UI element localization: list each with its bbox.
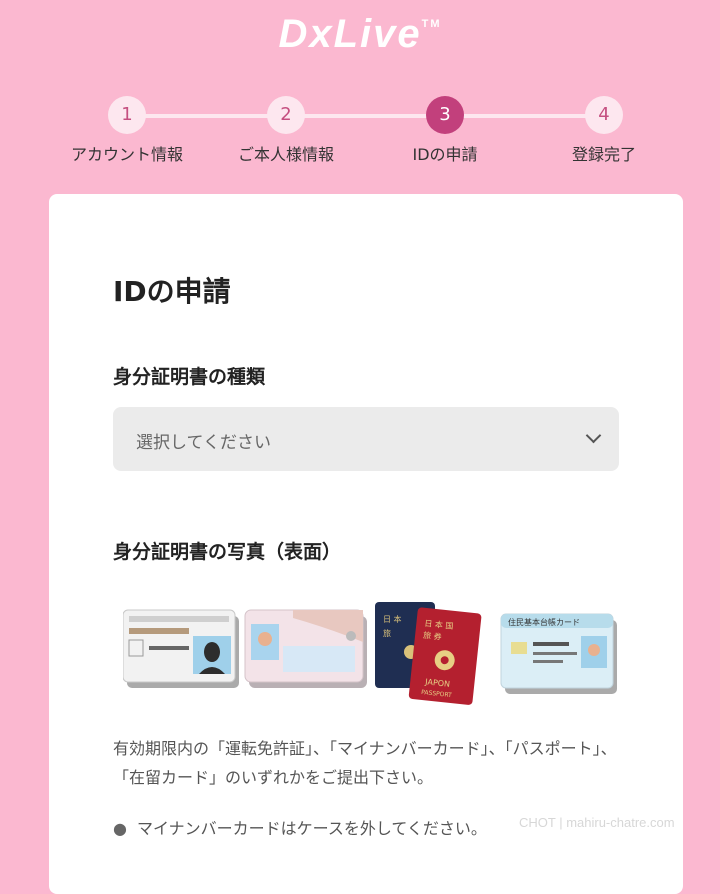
chevron-down-icon	[585, 427, 602, 444]
select-placeholder: 選択してください	[136, 433, 271, 453]
my-number-card-image	[244, 609, 367, 688]
watermark: CHOT | mahiru-chatre.com	[519, 815, 675, 830]
step-label: ご本人様情報	[237, 145, 334, 164]
page-title: IDの申請	[113, 275, 231, 308]
id-requirements-text: 有効期限内の「運転免許証」、「マイナンバーカード」、「パスポート」、「在留カード…	[113, 739, 617, 787]
step-number: 4	[585, 96, 623, 134]
step-personal-info: 2 ご本人様情報	[206, 96, 366, 165]
id-type-select[interactable]: 選択してください	[113, 407, 619, 471]
id-photo-label: 身分証明書の写真（表面）	[113, 541, 342, 563]
step-number: 2	[267, 96, 305, 134]
passport-image: 日 本 旅 日 本 国 旅 券 JAPON PASSPORT	[375, 602, 482, 705]
bullet-icon: ●	[113, 819, 127, 838]
form-card: IDの申請 身分証明書の種類 選択してください 身分証明書の写真（表面） 日 本…	[49, 194, 683, 894]
step-label: 登録完了	[571, 145, 636, 164]
passport-country-text: 日 本	[383, 614, 402, 624]
dxlive-logo: DxLiveTM	[0, 12, 720, 57]
step-label: IDの申請	[412, 145, 478, 164]
logo-text: DxLive	[278, 12, 422, 56]
step-number: 1	[108, 96, 146, 134]
step-number: 3	[426, 96, 464, 134]
drivers-license-image	[123, 609, 239, 688]
passport-front-b: 旅 券	[423, 630, 442, 642]
step-account-info: 1 アカウント情報	[47, 96, 207, 165]
step-complete: 4 登録完了	[524, 96, 684, 165]
step-label: アカウント情報	[70, 145, 183, 164]
id-documents-illustration: 日 本 旅 日 本 国 旅 券 JAPON PASSPORT 住民基本台帳カード	[123, 602, 617, 705]
id-type-label: 身分証明書の種類	[113, 366, 266, 388]
step-id-application: 3 IDの申請	[365, 96, 525, 165]
trademark-mark: TM	[421, 18, 442, 30]
resident-card-title: 住民基本台帳カード	[508, 617, 580, 627]
note-text: マイナンバーカードはケースを外してください。	[136, 819, 487, 838]
passport-country-text: 旅	[383, 628, 391, 638]
resident-card-image: 住民基本台帳カード	[500, 613, 617, 694]
registration-stepper: 1 アカウント情報 2 ご本人様情報 3 IDの申請 4 登録完了	[0, 96, 720, 176]
